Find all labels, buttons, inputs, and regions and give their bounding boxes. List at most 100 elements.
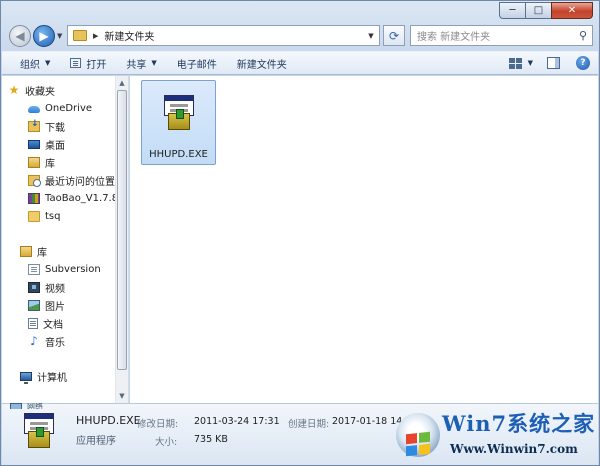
sidebar-item-label: 文档 xyxy=(43,320,63,331)
sidebar-header-label: 计算机 xyxy=(37,373,67,384)
organize-button[interactable]: 组织 ▼ xyxy=(10,53,60,73)
sidebar-item-label: Subversion xyxy=(45,264,101,275)
file-name: HHUPD.EXE xyxy=(149,149,208,160)
details-created-label: 创建日期: xyxy=(288,419,330,430)
share-label: 共享 xyxy=(126,59,147,71)
open-button[interactable]: 打开 xyxy=(60,53,116,73)
details-pane: 网络 HHUPD.EXE 应用程序 修改日期: 2011-03-24 17:31… xyxy=(2,403,598,465)
sidebar-item-label: 音乐 xyxy=(45,338,65,349)
picture-icon xyxy=(28,300,40,311)
address-bar[interactable]: ▶ 新建文件夹 ▼ xyxy=(67,25,380,46)
forward-button[interactable]: ▶ xyxy=(33,25,55,47)
library-icon xyxy=(28,157,40,168)
file-list[interactable]: HHUPD.EXE xyxy=(130,76,598,403)
installer-exe-icon xyxy=(20,413,58,451)
sidebar-item-label: 库 xyxy=(45,159,55,170)
email-button[interactable]: 电子邮件 xyxy=(167,53,227,73)
sidebar-item-tsq[interactable]: tsq xyxy=(28,208,60,225)
archive-icon xyxy=(28,193,40,204)
search-icon[interactable]: ⚲ xyxy=(579,29,587,42)
sidebar-item-label: 下载 xyxy=(45,123,65,134)
minimize-icon: ─ xyxy=(509,5,516,16)
details-modified-label: 修改日期: xyxy=(137,419,179,430)
change-view-icon[interactable] xyxy=(508,57,522,69)
recent-places-icon xyxy=(28,175,41,187)
watermark: Win7系统之家 Www.Winwin7.com xyxy=(396,403,594,461)
share-button[interactable]: 共享 ▼ xyxy=(116,53,166,73)
sidebar-item-documents[interactable]: 文档 xyxy=(28,315,63,332)
details-modified-value: 2011-03-24 17:31 xyxy=(194,416,280,427)
sidebar-item-pictures[interactable]: 图片 xyxy=(28,297,65,314)
toolbar-right-group: ▼ ? xyxy=(508,56,590,70)
network-icon xyxy=(10,403,22,409)
command-bar: 组织 ▼ 打开 共享 ▼ 电子邮件 新建文件夹 ▼ ? xyxy=(2,51,598,75)
sidebar-item-label: tsq xyxy=(45,211,61,222)
desktop-icon xyxy=(28,140,40,149)
back-arrow-icon: ◀ xyxy=(15,29,25,43)
scrollbar-thumb[interactable] xyxy=(117,90,127,370)
details-file-type: 应用程序 xyxy=(76,436,116,447)
minimize-button[interactable]: ─ xyxy=(499,2,525,19)
chevron-down-icon: ▼ xyxy=(368,31,374,40)
chevron-down-icon: ▼ xyxy=(57,32,63,40)
refresh-button[interactable]: ⟳ xyxy=(383,25,405,46)
recent-pages-button[interactable]: ▼ xyxy=(57,32,62,40)
search-input[interactable]: 搜索 新建文件夹 ⚲ xyxy=(410,25,593,46)
file-item[interactable]: HHUPD.EXE xyxy=(141,80,216,165)
folder-icon xyxy=(73,30,87,41)
maximize-button[interactable]: □ xyxy=(525,2,551,19)
close-button[interactable]: ✕ xyxy=(551,2,593,19)
sidebar-item-subversion[interactable]: Subversion xyxy=(28,261,101,278)
breadcrumb-current[interactable]: 新建文件夹 xyxy=(104,28,154,43)
sidebar-item-music[interactable]: ♪ 音乐 xyxy=(28,333,65,350)
address-dropdown-button[interactable]: ▼ xyxy=(363,26,379,45)
details-size-label: 大小: xyxy=(155,437,178,448)
breadcrumb-separator-icon[interactable]: ▶ xyxy=(93,32,98,40)
favorites-star-icon: ★ xyxy=(8,83,20,97)
sidebar-item-library[interactable]: 库 xyxy=(28,154,55,171)
scroll-down-icon[interactable]: ▼ xyxy=(116,389,128,403)
sidebar-item-label: 最近访问的位置 xyxy=(45,177,115,188)
scroll-up-icon[interactable]: ▲ xyxy=(116,76,128,90)
sidebar-item-downloads[interactable]: 下载 xyxy=(28,118,65,135)
open-icon xyxy=(70,58,82,68)
refresh-icon: ⟳ xyxy=(388,28,400,43)
organize-label: 组织 xyxy=(20,59,40,71)
sidebar-item-network[interactable]: 网络 xyxy=(10,403,43,409)
sidebar-header-label: 收藏夹 xyxy=(25,87,55,98)
chevron-down-icon: ▼ xyxy=(151,59,157,67)
sidebar-item-onedrive[interactable]: OneDrive xyxy=(28,100,92,117)
onedrive-icon xyxy=(28,106,40,113)
email-label: 电子邮件 xyxy=(176,59,217,71)
new-folder-label: 新建文件夹 xyxy=(236,59,287,71)
installer-exe-icon xyxy=(160,95,198,133)
sidebar-header-label: 网络 xyxy=(27,403,43,409)
close-icon: ✕ xyxy=(567,5,577,16)
subversion-icon xyxy=(28,264,40,275)
document-icon xyxy=(28,318,38,329)
folder-icon xyxy=(28,211,40,222)
sidebar-item-desktop[interactable]: 桌面 xyxy=(28,136,65,153)
forward-arrow-icon: ▶ xyxy=(39,29,49,43)
sidebar-header-favorites[interactable]: ★ 收藏夹 xyxy=(8,82,55,99)
view-options-dropdown[interactable]: ▼ xyxy=(528,59,533,67)
music-icon: ♪ xyxy=(30,334,38,348)
back-button[interactable]: ◀ xyxy=(9,25,31,47)
windows-logo-icon xyxy=(396,413,440,457)
address-row: ◀ ▶ ▼ ▶ 新建文件夹 ▼ ⟳ 搜索 新建文件夹 ⚲ xyxy=(7,23,593,49)
preview-pane-icon[interactable] xyxy=(547,57,560,69)
sidebar-header-computer[interactable]: 计算机 xyxy=(20,368,67,385)
sidebar-item-label: 视频 xyxy=(45,284,65,295)
sidebar-item-taobao[interactable]: TaoBao_V1.7.8. xyxy=(28,190,121,207)
sidebar-item-videos[interactable]: 视频 xyxy=(28,279,65,296)
new-folder-button[interactable]: 新建文件夹 xyxy=(227,53,297,73)
details-file-name: HHUPD.EXE xyxy=(76,414,141,427)
explorer-window: ─ □ ✕ ◀ ▶ ▼ ▶ 新建文件夹 ▼ ⟳ 搜索 新建文件夹 ⚲ 组织 ▼ … xyxy=(0,0,600,466)
sidebar-item-label: 桌面 xyxy=(45,141,65,152)
help-icon[interactable]: ? xyxy=(576,56,590,70)
navigation-scrollbar[interactable]: ▲ ▼ xyxy=(115,76,128,403)
watermark-url: Www.Winwin7.com xyxy=(450,442,578,456)
caption-buttons: ─ □ ✕ xyxy=(499,2,593,19)
sidebar-item-recent-places[interactable]: 最近访问的位置 xyxy=(28,172,115,189)
sidebar-header-libraries[interactable]: 库 xyxy=(20,243,47,260)
